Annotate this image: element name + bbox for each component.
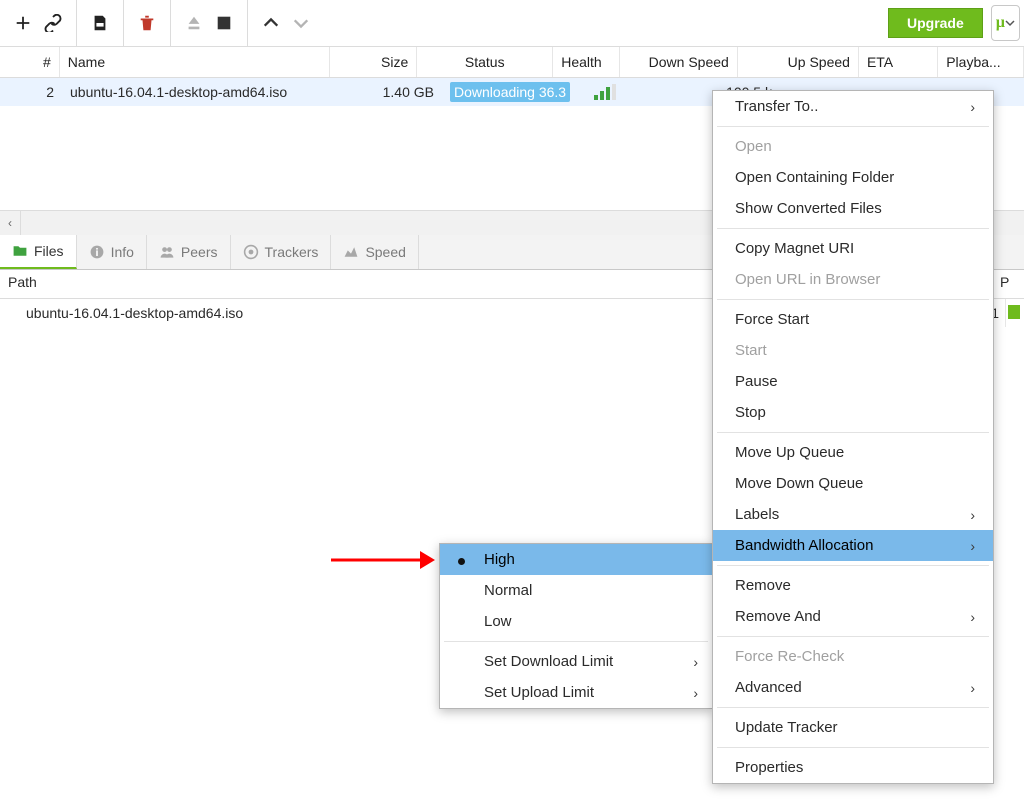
- move-up-button[interactable]: [256, 8, 286, 38]
- menu-open[interactable]: Open: [713, 131, 993, 162]
- menu-low[interactable]: Low: [440, 606, 712, 637]
- tab-peers-label: Peers: [181, 244, 218, 260]
- peers-icon: [159, 244, 175, 260]
- col-name[interactable]: Name: [60, 47, 330, 77]
- menu-stop[interactable]: Stop: [713, 397, 993, 428]
- menu-show-converted-files[interactable]: Show Converted Files: [713, 193, 993, 224]
- bandwidth-submenu: High Normal Low Set Download Limit› Set …: [439, 543, 713, 709]
- stop-button[interactable]: [209, 8, 239, 38]
- tab-trackers[interactable]: Trackers: [231, 235, 332, 269]
- col-eta[interactable]: ETA: [859, 47, 938, 77]
- menu-pause[interactable]: Pause: [713, 366, 993, 397]
- chevron-right-icon: ›: [970, 99, 975, 115]
- add-torrent-button[interactable]: [8, 8, 38, 38]
- delete-button[interactable]: [132, 8, 162, 38]
- menu-open-url-in-browser[interactable]: Open URL in Browser: [713, 264, 993, 295]
- folder-icon: [12, 243, 28, 259]
- menu-separator: [717, 299, 989, 300]
- menu-normal[interactable]: Normal: [440, 575, 712, 606]
- col-p[interactable]: P: [993, 270, 1024, 298]
- col-status[interactable]: Status: [417, 47, 553, 77]
- menu-open-containing-folder[interactable]: Open Containing Folder: [713, 162, 993, 193]
- col-down-speed[interactable]: Down Speed: [620, 47, 737, 77]
- file-progress: [1005, 299, 1024, 327]
- chevron-down-icon: [1005, 18, 1015, 28]
- menu-separator: [717, 228, 989, 229]
- menu-force-recheck[interactable]: Force Re-Check: [713, 641, 993, 672]
- torrent-context-menu: Transfer To..› Open Open Containing Fold…: [712, 90, 994, 784]
- chevron-right-icon: ›: [970, 507, 975, 523]
- tab-peers[interactable]: Peers: [147, 235, 231, 269]
- menu-remove-and[interactable]: Remove And›: [713, 601, 993, 632]
- menu-move-up-queue[interactable]: Move Up Queue: [713, 437, 993, 468]
- chevron-right-icon: ›: [970, 680, 975, 696]
- menu-bandwidth-allocation[interactable]: Bandwidth Allocation›: [713, 530, 993, 561]
- menu-properties[interactable]: Properties: [713, 752, 993, 783]
- menu-update-tracker[interactable]: Update Tracker: [713, 712, 993, 743]
- app-menu-button[interactable]: µ: [991, 5, 1020, 41]
- col-playback[interactable]: Playba...: [938, 47, 1024, 77]
- col-up-speed[interactable]: Up Speed: [738, 47, 859, 77]
- menu-advanced[interactable]: Advanced›: [713, 672, 993, 703]
- menu-separator: [717, 747, 989, 748]
- tab-files[interactable]: Files: [0, 235, 77, 269]
- create-torrent-button[interactable]: [85, 8, 115, 38]
- tab-info-label: Info: [111, 244, 134, 260]
- menu-separator: [717, 707, 989, 708]
- radio-dot-icon: [458, 558, 465, 565]
- red-arrow-annotation: [325, 541, 435, 579]
- menu-separator: [717, 565, 989, 566]
- chevron-right-icon: ›: [693, 654, 698, 670]
- add-url-button[interactable]: [38, 8, 68, 38]
- col-health[interactable]: Health: [553, 47, 620, 77]
- menu-force-start[interactable]: Force Start: [713, 304, 993, 335]
- torrent-number: 2: [0, 84, 62, 100]
- menu-labels[interactable]: Labels›: [713, 499, 993, 530]
- tab-speed[interactable]: Speed: [331, 235, 418, 269]
- menu-set-download-limit[interactable]: Set Download Limit›: [440, 646, 712, 677]
- menu-separator: [444, 641, 708, 642]
- utorrent-logo-icon: µ: [996, 14, 1005, 32]
- torrent-list-header: # Name Size Status Health Down Speed Up …: [0, 46, 1024, 78]
- tab-files-label: Files: [34, 243, 64, 259]
- menu-move-down-queue[interactable]: Move Down Queue: [713, 468, 993, 499]
- move-down-button[interactable]: [286, 8, 316, 38]
- tab-info[interactable]: Info: [77, 235, 147, 269]
- scroll-left-icon[interactable]: ‹: [0, 211, 21, 235]
- menu-set-upload-limit[interactable]: Set Upload Limit›: [440, 677, 712, 708]
- menu-transfer-to[interactable]: Transfer To..›: [713, 91, 993, 122]
- torrent-health: [586, 84, 656, 100]
- menu-separator: [717, 636, 989, 637]
- chevron-right-icon: ›: [970, 609, 975, 625]
- torrent-size: 1.40 GB: [350, 84, 442, 100]
- menu-start[interactable]: Start: [713, 335, 993, 366]
- menu-remove[interactable]: Remove: [713, 570, 993, 601]
- start-button[interactable]: [179, 8, 209, 38]
- upgrade-button[interactable]: Upgrade: [888, 8, 983, 38]
- info-icon: [89, 244, 105, 260]
- chevron-right-icon: ›: [970, 538, 975, 554]
- tab-speed-label: Speed: [365, 244, 405, 260]
- menu-copy-magnet-uri[interactable]: Copy Magnet URI: [713, 233, 993, 264]
- menu-high[interactable]: High: [440, 544, 712, 575]
- health-bars-icon: [594, 84, 616, 100]
- toolbar: Upgrade µ: [0, 0, 1024, 46]
- trackers-icon: [243, 244, 259, 260]
- torrent-name: ubuntu-16.04.1-desktop-amd64.iso: [62, 84, 350, 100]
- menu-separator: [717, 432, 989, 433]
- torrent-status: Downloading 36.3: [442, 82, 586, 102]
- col-size[interactable]: Size: [330, 47, 418, 77]
- chevron-right-icon: ›: [693, 685, 698, 701]
- tab-trackers-label: Trackers: [265, 244, 319, 260]
- menu-separator: [717, 126, 989, 127]
- speed-icon: [343, 244, 359, 260]
- col-num[interactable]: #: [0, 47, 60, 77]
